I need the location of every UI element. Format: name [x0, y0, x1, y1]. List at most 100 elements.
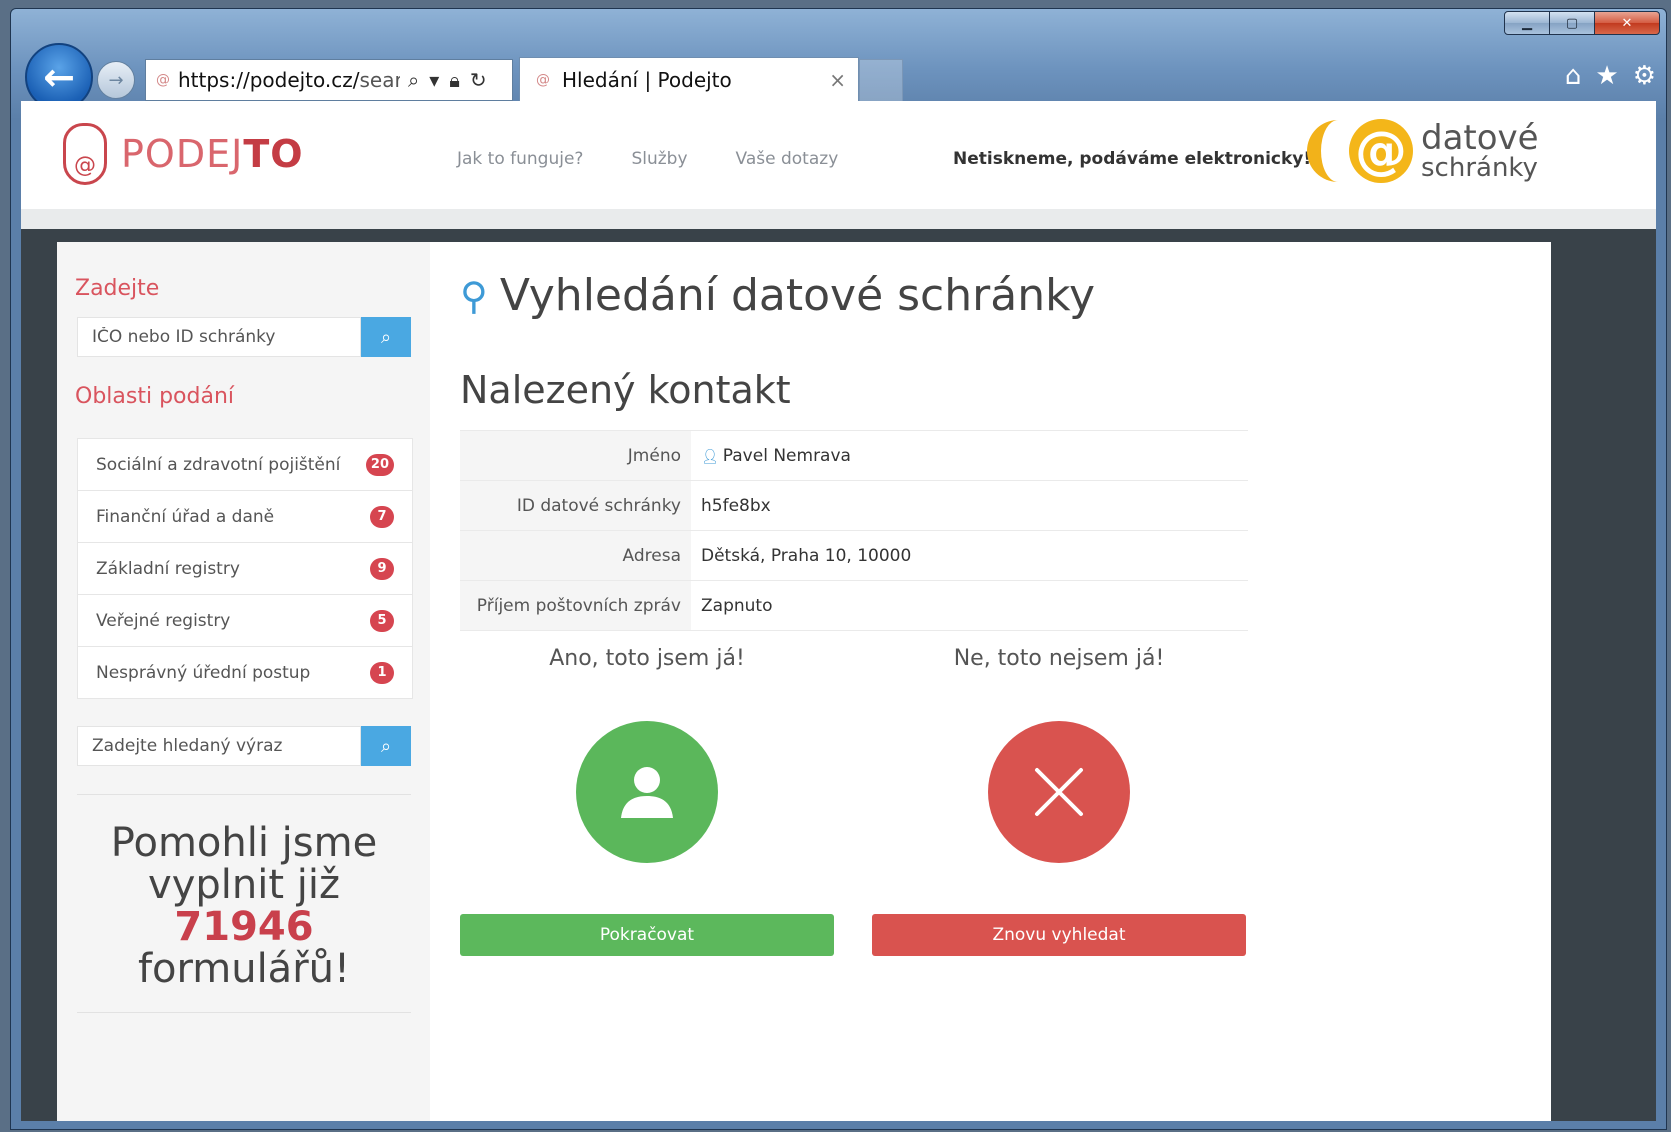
url-host: https://podejto.cz/	[178, 68, 360, 92]
table-row: ID datové schránky h5fe8bx	[460, 480, 1248, 531]
count-badge: 5	[370, 609, 394, 632]
helped-line2: vyplnit již	[148, 862, 340, 908]
contact-key: Příjem poštovních zpráv	[460, 580, 691, 631]
section-title: Nalezený kontakt	[460, 368, 791, 412]
count-badge: 20	[365, 453, 394, 476]
search-again-button[interactable]: Znovu vyhledat	[872, 914, 1246, 956]
maximize-button[interactable]: ▢	[1549, 11, 1595, 35]
confirm-person-button[interactable]	[576, 721, 718, 863]
count-badge: 9	[370, 557, 394, 580]
content-container: Zadejte ⌕ Oblasti podání Sociální a zdra…	[57, 242, 1551, 1121]
page-viewport: @ PODEJTO Jak to funguje? Služby Vaše do…	[21, 101, 1656, 1121]
no-caption: Ne, toto nejsem já!	[953, 646, 1165, 671]
page-title: ⚲ Vyhledání datové schránky	[460, 270, 1095, 321]
favorites-star-icon[interactable]: ★	[1595, 61, 1618, 91]
datove-schranky-logo: @ datové schránky	[1307, 119, 1539, 183]
url-text[interactable]: https://podejto.cz/sear	[178, 68, 400, 92]
id-search-group: ⌕	[77, 317, 411, 357]
id-search-button[interactable]: ⌕	[361, 317, 411, 357]
contact-key: Adresa	[460, 530, 691, 581]
category-item[interactable]: Finanční úřad a daně 7	[78, 491, 412, 543]
at-sign-icon: @	[1349, 119, 1413, 183]
category-label: Finanční úřad a daně	[96, 506, 275, 527]
new-tab-button[interactable]	[859, 59, 903, 103]
helped-count: 71946	[174, 904, 314, 950]
tab-favicon-icon: @	[536, 72, 550, 88]
tab-close-icon[interactable]: ×	[829, 68, 846, 92]
tab-active[interactable]: @ Hledání | Podejto ×	[519, 57, 859, 102]
close-x-icon	[1035, 768, 1083, 816]
count-badge: 7	[370, 505, 394, 528]
category-label: Nesprávný úřední postup	[96, 662, 311, 683]
lock-icon[interactable]: 🔒︎	[449, 68, 460, 92]
nav-how-it-works[interactable]: Jak to funguje?	[457, 149, 583, 169]
table-row: Příjem poštovních zpráv Zapnuto	[460, 580, 1248, 631]
contact-table: Jméno 👤︎ Pavel Nemrava ID datové schránky…	[460, 430, 1248, 631]
category-label: Sociální a zdravotní pojištění	[96, 454, 341, 475]
contact-value: Dětská, Praha 10, 10000	[691, 530, 1248, 581]
contact-key: ID datové schránky	[460, 480, 691, 531]
reject-person-button[interactable]	[988, 721, 1130, 863]
search-label: Zadejte	[75, 276, 160, 301]
table-row: Adresa Dětská, Praha 10, 10000	[460, 530, 1248, 581]
category-item[interactable]: Nesprávný úřední postup 1	[78, 647, 412, 698]
main-content: ⚲ Vyhledání datové schránky Nalezený kon…	[460, 242, 1520, 1121]
person-icon: 👤︎	[701, 448, 719, 465]
table-row: Jméno 👤︎ Pavel Nemrava	[460, 430, 1248, 481]
areas-label: Oblasti podání	[75, 384, 234, 409]
nav-questions[interactable]: Vaše dotazy	[736, 149, 839, 169]
logo-text-light: PODEJ	[121, 132, 244, 176]
category-item[interactable]: Veřejné registry 5	[78, 595, 412, 647]
contact-name: Pavel Nemrava	[722, 445, 851, 466]
close-window-button[interactable]: ✕	[1594, 11, 1660, 35]
home-icon[interactable]: ⌂	[1565, 61, 1582, 91]
contact-key: Jméno	[460, 430, 691, 481]
ds-logo-line1: datové	[1421, 118, 1539, 158]
term-search-group: ⌕	[77, 726, 411, 766]
count-badge: 1	[370, 661, 394, 684]
minimize-button[interactable]: ▁	[1504, 11, 1550, 35]
person-silhouette-icon	[621, 767, 673, 818]
sidebar-divider	[77, 1012, 411, 1013]
logo-text: PODEJTO	[121, 132, 304, 176]
search-icon: ⌕	[380, 326, 392, 347]
continue-button[interactable]: Pokračovat	[460, 914, 834, 956]
term-search-input[interactable]	[77, 726, 361, 766]
yes-choice: Ano, toto jsem já!	[460, 646, 834, 863]
no-choice: Ne, toto nejsem já!	[872, 646, 1246, 863]
back-arrow-icon: ←	[43, 55, 75, 99]
ds-logo-text: datové schránky	[1421, 121, 1539, 181]
address-bar[interactable]: @ https://podejto.cz/sear ⌕ ▾ 🔒︎ ↻	[145, 59, 513, 101]
hand-logo-icon: @	[63, 123, 107, 185]
url-rest: sear	[359, 68, 401, 92]
id-search-input[interactable]	[77, 317, 361, 357]
sidebar: Zadejte ⌕ Oblasti podání Sociální a zdra…	[57, 242, 430, 1121]
forward-button[interactable]: →	[97, 61, 135, 99]
category-label: Veřejné registry	[96, 610, 231, 631]
site-favicon-icon: @	[156, 72, 170, 88]
contact-value: Zapnuto	[691, 580, 1248, 631]
main-nav: Jak to funguje? Služby Vaše dotazy	[457, 149, 838, 169]
podejto-logo[interactable]: @ PODEJTO	[63, 123, 304, 185]
contact-value: 👤︎ Pavel Nemrava	[691, 430, 1248, 481]
dropdown-arrow-icon[interactable]: ▾	[429, 68, 439, 92]
browser-window: ▁ ▢ ✕ ← → @ https://podejto.cz/sear ⌕ ▾ …	[10, 8, 1667, 1130]
tab-title: Hledání | Podejto	[562, 68, 732, 92]
helped-line3: formulářů!	[137, 946, 351, 992]
refresh-icon[interactable]: ↻	[470, 68, 487, 92]
category-item[interactable]: Základní registry 9	[78, 543, 412, 595]
term-search-button[interactable]: ⌕	[361, 726, 411, 766]
nav-services[interactable]: Služby	[631, 149, 687, 169]
command-icons: ⌂ ★ ⚙	[1565, 61, 1656, 91]
search-icon[interactable]: ⌕	[408, 68, 419, 92]
forward-arrow-icon: →	[108, 69, 124, 91]
category-item[interactable]: Sociální a zdravotní pojištění 20	[78, 439, 412, 491]
magnifier-icon: ⚲	[460, 273, 488, 318]
yes-caption: Ano, toto jsem já!	[549, 646, 745, 671]
ds-logo-line2: schránky	[1421, 153, 1538, 183]
search-icon: ⌕	[380, 735, 392, 756]
page-title-text: Vyhledání datové schránky	[499, 270, 1096, 321]
gear-icon[interactable]: ⚙	[1633, 61, 1656, 91]
helped-line1: Pomohli jsme	[110, 820, 378, 866]
helped-counter: Pomohli jsme vyplnit již 71946 formulářů…	[77, 822, 411, 990]
